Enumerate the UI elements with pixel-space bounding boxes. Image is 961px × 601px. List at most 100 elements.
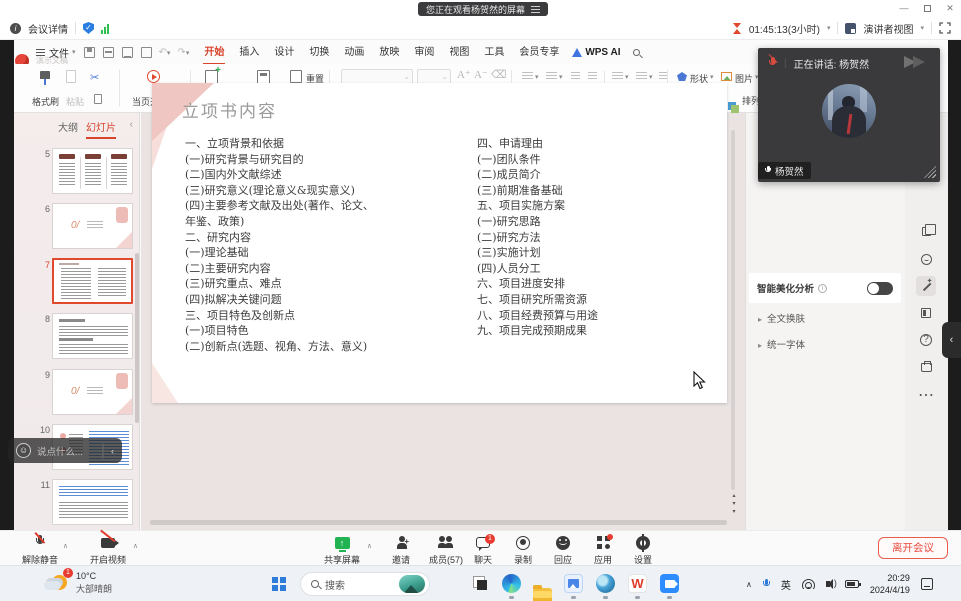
format-painter-icon[interactable] [40, 71, 50, 79]
chat-collapse-icon[interactable]: ‹ [111, 446, 114, 456]
file-explorer-icon[interactable] [533, 588, 552, 601]
slide-horizontal-scrollbar[interactable] [150, 520, 727, 525]
notification-center-icon[interactable] [921, 578, 933, 590]
search-icon[interactable] [633, 49, 640, 56]
view-mode-caret-icon[interactable]: ▾ [920, 24, 924, 32]
ime-indicator[interactable]: 英 [781, 577, 791, 592]
tab-member[interactable]: 会员专享 [518, 39, 560, 65]
play-from-page-icon[interactable] [147, 70, 160, 83]
copy-icon[interactable] [94, 94, 102, 104]
print-icon[interactable] [103, 47, 114, 58]
tray-expand-icon[interactable]: ∧ [746, 580, 752, 589]
sidebar-collapse-handle[interactable]: ‹ [942, 322, 961, 358]
layout-panel-icon[interactable] [916, 303, 936, 323]
shape-icon[interactable] [677, 72, 687, 81]
new-slide-icon[interactable] [205, 70, 218, 84]
panel-collapse-icon[interactable]: ‹ [130, 119, 133, 130]
bullets-icon[interactable] [522, 72, 533, 81]
thumbnail-scrollbar[interactable] [135, 253, 139, 423]
slide-thumbnail-6[interactable]: 0/ [52, 203, 133, 249]
info-icon[interactable]: i [818, 284, 827, 293]
save-icon[interactable] [84, 47, 95, 58]
members-button[interactable]: 成员(57) [424, 534, 468, 566]
start-button[interactable] [272, 577, 286, 591]
chat-button[interactable]: 1 聊天 [466, 534, 500, 566]
timer-caret-icon[interactable]: ▾ [827, 24, 831, 32]
meeting-timer[interactable]: 01:45:13(3小时) [749, 21, 820, 36]
video-options-caret[interactable]: ∧ [133, 542, 138, 550]
mic-options-caret[interactable]: ∧ [63, 542, 68, 550]
slide-title[interactable]: 立项书内容 [182, 97, 277, 122]
redo-icon[interactable]: ↷▾ [177, 47, 189, 58]
tab-home[interactable]: 开始 [203, 39, 225, 65]
tab-transition[interactable]: 切换 [308, 39, 330, 65]
speaker-video-overlay[interactable]: | 正在讲话: 杨贺然 杨贺然 [758, 48, 940, 182]
arrange-icon[interactable] [728, 102, 736, 110]
weather-widget[interactable]: 1 [44, 571, 70, 597]
slide-thumbnail-8[interactable] [52, 313, 133, 359]
copy-layers-icon[interactable] [916, 221, 936, 241]
text-direction-icon[interactable] [612, 72, 623, 81]
invite-button[interactable]: + 邀请 [384, 534, 418, 566]
tab-design[interactable]: 设计 [273, 39, 295, 65]
skin-shirt-icon[interactable] [916, 357, 936, 377]
tab-slideshow[interactable]: 放映 [378, 39, 400, 65]
view-mode-button[interactable]: 演讲者视图 [863, 21, 913, 36]
grow-font-icon[interactable]: A⁺ [457, 68, 471, 81]
slide-canvas[interactable]: 立项书内容 一、立项背景和依据 (一)研究背景与研究目的 (二)国内外文献综述 … [152, 83, 727, 403]
font-size-select[interactable]: ⌄ [417, 69, 451, 84]
record-button[interactable]: 录制 [506, 534, 540, 566]
font-family-select[interactable]: ⌄ [341, 69, 413, 84]
minimize-button[interactable]: — [897, 3, 911, 14]
tab-review[interactable]: 审阅 [413, 39, 435, 65]
cut-icon[interactable]: ✂ [90, 71, 99, 84]
increase-indent-icon[interactable] [588, 72, 597, 81]
unmute-button[interactable]: ∧ 解除静音 [14, 534, 66, 566]
slide-thumbnail-9[interactable]: 0/ [52, 369, 133, 415]
wifi-icon[interactable] [802, 579, 815, 589]
numbering-icon[interactable] [546, 72, 557, 81]
volume-icon[interactable] [826, 581, 830, 587]
picture-button[interactable]: 图片 [735, 72, 753, 85]
browser-globe-icon[interactable] [596, 574, 615, 593]
tencent-meeting-icon[interactable] [660, 574, 679, 593]
weather-text[interactable]: 10°C 大部晴朗 [76, 570, 112, 596]
picture-icon[interactable] [721, 72, 732, 81]
slide-thumbnail-7-selected[interactable] [52, 258, 133, 304]
paste-icon[interactable] [66, 70, 76, 83]
tab-slides[interactable]: 幻灯片 [86, 119, 116, 139]
fullscreen-icon[interactable] [939, 22, 951, 34]
line-spacing-icon[interactable] [636, 72, 647, 81]
close-button[interactable]: ✕ [943, 3, 957, 14]
chat-quick-input[interactable]: ☺ 说点什么... | ‹ [8, 438, 122, 463]
taskbar-clock[interactable]: 20:29 2024/4/19 [870, 572, 910, 596]
paste-button[interactable]: 粘贴 [66, 95, 84, 108]
slide-outline-left[interactable]: 一、立项背景和依据 (一)研究背景与研究目的 (二)国内外文献综述 (三)研究意… [185, 136, 477, 354]
decrease-indent-icon[interactable] [571, 72, 580, 81]
react-button[interactable]: 回应 [546, 534, 580, 566]
emoji-icon[interactable]: ☺ [16, 443, 31, 458]
slide-outline-right[interactable]: 四、申请理由 (一)团队条件 (二)成员简介 (三)前期准备基础 五、项目实施方… [477, 136, 717, 339]
tab-view[interactable]: 视图 [448, 39, 470, 65]
banner-menu-icon[interactable] [531, 6, 540, 13]
clear-format-icon[interactable]: ⌫ [491, 68, 507, 81]
resize-handle[interactable] [924, 166, 936, 178]
slide-thumbnail-5[interactable] [52, 148, 133, 194]
settings-button[interactable]: 设置 [626, 534, 660, 566]
tab-animation[interactable]: 动画 [343, 39, 365, 65]
task-view-icon[interactable] [473, 576, 488, 591]
slide-thumbnail-11[interactable] [52, 479, 133, 525]
leave-meeting-button[interactable]: 离开会议 [878, 537, 948, 559]
more-icon[interactable]: ⋯ [916, 385, 936, 405]
output-icon[interactable] [122, 47, 133, 58]
slide-vertical-scrollbar[interactable] [731, 130, 735, 490]
beautify-face-icon[interactable] [916, 249, 936, 269]
share-options-caret[interactable]: ∧ [367, 542, 372, 550]
photos-app-icon[interactable] [564, 574, 583, 593]
wps-ai-button[interactable]: WPS AI [585, 47, 620, 58]
format-painter-button[interactable]: 格式刷 [32, 95, 59, 108]
tab-outline[interactable]: 大纲 [58, 119, 78, 134]
chat-input-placeholder[interactable]: 说点什么... [37, 444, 95, 458]
beautify-item-skin[interactable]: 全文换肤 [758, 311, 805, 325]
shrink-font-icon[interactable]: A⁻ [474, 68, 488, 81]
